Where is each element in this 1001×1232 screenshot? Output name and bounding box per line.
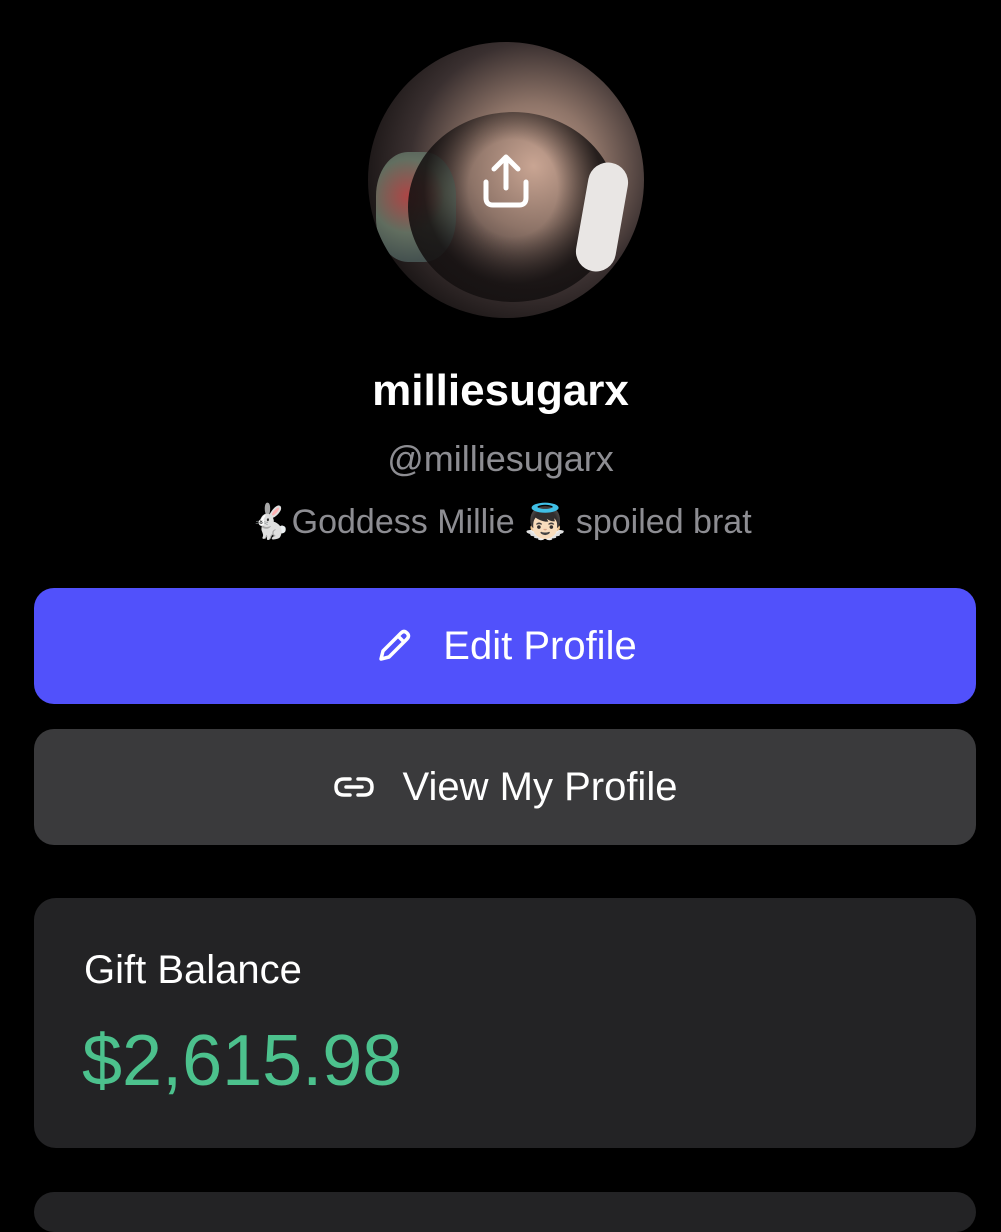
edit-profile-label: Edit Profile (443, 623, 637, 668)
gift-balance-card: Gift Balance $2,615.98 (34, 898, 976, 1148)
edit-profile-button[interactable]: Edit Profile (34, 588, 976, 704)
profile-bio: 🐇Goddess Millie 👼🏻 spoiled brat (249, 503, 752, 541)
pencil-icon (373, 625, 415, 667)
display-name: milliesugarx (372, 366, 629, 415)
username-handle: @milliesugarx (387, 438, 614, 479)
link-icon (333, 772, 375, 802)
view-my-profile-button[interactable]: View My Profile (34, 729, 976, 845)
view-my-profile-label: View My Profile (402, 764, 678, 809)
next-card (34, 1192, 976, 1232)
upload-icon[interactable] (476, 152, 536, 210)
gift-balance-label: Gift Balance (84, 948, 302, 992)
gift-balance-amount: $2,615.98 (82, 1021, 403, 1101)
